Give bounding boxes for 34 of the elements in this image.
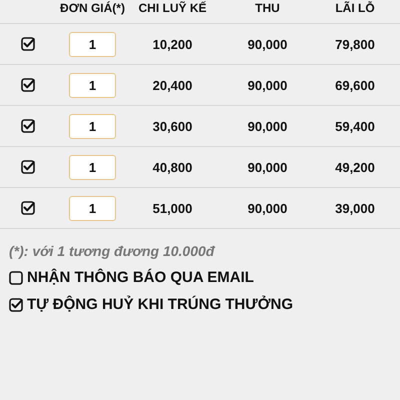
table-cell: 59,400 [335, 118, 375, 134]
table-cell: 30,600 [152, 118, 192, 134]
column-header: CHI LUỸ KẾ [138, 0, 206, 17]
unit-price-field[interactable]: 1 [69, 154, 116, 180]
option-label: NHẬN THÔNG BÁO QUA EMAIL [27, 269, 254, 286]
table-cell: 49,200 [335, 160, 375, 174]
checked-checkbox-icon[interactable] [20, 78, 34, 92]
unit-price-field[interactable]: 1 [69, 32, 116, 56]
table-cell: 90,000 [248, 160, 288, 174]
table-cell: 69,600 [335, 78, 375, 92]
checked-checkbox-icon[interactable] [20, 37, 34, 51]
checked-checkbox-icon[interactable] [9, 298, 23, 312]
table-cell: 90,000 [248, 200, 288, 216]
table-cell: 90,000 [248, 36, 288, 52]
table-cell: 40,800 [152, 160, 192, 174]
checked-checkbox-icon[interactable] [20, 119, 34, 133]
column-header: LÃI LỖ [335, 0, 375, 17]
table-cell: 39,000 [335, 200, 375, 216]
table-cell: 10,200 [152, 36, 192, 52]
table-cell: 20,400 [152, 78, 192, 92]
checked-checkbox-icon[interactable] [20, 160, 34, 174]
footnote-text: (*): với 1 tương đương 10.000đ [9, 243, 216, 259]
option-label: TỰ ĐỘNG HUỶ KHI TRÚNG THƯỞNG [27, 296, 294, 313]
column-header: ĐƠN GIÁ(*) [60, 0, 125, 17]
unit-price-field[interactable]: 1 [69, 72, 116, 98]
table-cell: 79,800 [335, 36, 375, 52]
table-cell: 51,000 [152, 200, 192, 216]
checked-checkbox-icon[interactable] [20, 201, 34, 215]
unit-price-field[interactable]: 1 [69, 114, 116, 138]
checkbox-icon[interactable] [9, 270, 23, 284]
table-cell: 90,000 [248, 78, 288, 92]
column-header: THU [255, 0, 280, 17]
table-cell: 90,000 [248, 118, 288, 134]
unit-price-field[interactable]: 1 [69, 196, 116, 220]
